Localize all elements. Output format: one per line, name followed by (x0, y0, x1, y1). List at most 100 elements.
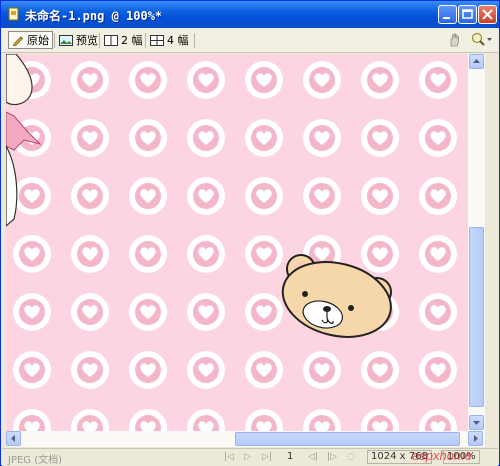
heart-pattern-icon (187, 351, 225, 389)
close-button[interactable] (478, 5, 497, 24)
heart-pattern-icon (361, 177, 399, 215)
heart-pattern-icon (71, 351, 109, 389)
heart-pattern-icon (419, 293, 457, 331)
heart-pattern-icon (245, 351, 283, 389)
horizontal-scrollbar[interactable] (6, 431, 485, 447)
heart-pattern-icon (71, 119, 109, 157)
canvas-image (6, 54, 457, 431)
document-window: 未命名-1.png @ 100%* 原始 预览 2 幅 4 幅 JPEG (文档… (0, 0, 500, 466)
window-title: 未命名-1.png @ 100%* (25, 9, 163, 23)
heart-pattern-icon (361, 351, 399, 389)
two-panel-icon (104, 35, 118, 46)
heart-pattern-icon (129, 351, 167, 389)
scroll-left-button[interactable] (6, 431, 21, 446)
heart-pattern-icon (129, 409, 167, 431)
heart-pattern-icon (419, 409, 457, 431)
heart-pattern-icon (419, 235, 457, 273)
play-button[interactable]: ▷ (244, 452, 251, 462)
heart-pattern-icon (129, 235, 167, 273)
tab-original-label: 原始 (27, 34, 49, 47)
loop-button[interactable]: ◌ (347, 452, 355, 462)
heart-pattern-icon (13, 235, 51, 273)
tab-two-up[interactable]: 2 幅 (104, 31, 143, 49)
tab-preview-label: 预览 (76, 34, 98, 47)
heart-pattern-icon (71, 293, 109, 331)
toolbar-divider (145, 33, 146, 48)
heart-pattern-icon (187, 409, 225, 431)
heart-pattern-icon (187, 293, 225, 331)
four-panel-icon (150, 35, 164, 46)
arrow-right-icon (474, 435, 478, 442)
scroll-right-button[interactable] (468, 431, 483, 446)
tab-four-up[interactable]: 4 幅 (150, 31, 189, 49)
heart-pattern-icon (71, 235, 109, 273)
page-number: 1 (287, 451, 294, 462)
heart-pattern-icon (361, 235, 399, 273)
vertical-scroll-thumb[interactable] (469, 227, 484, 407)
heart-pattern-icon (245, 409, 283, 431)
scroll-up-button[interactable] (469, 54, 484, 69)
heart-pattern-icon (129, 177, 167, 215)
zoom-tool-icon[interactable] (471, 32, 493, 48)
tab-two-up-label: 2 幅 (121, 34, 143, 47)
hand-tool-icon[interactable] (447, 32, 463, 48)
heart-pattern-icon (303, 351, 341, 389)
heart-pattern-icon (361, 409, 399, 431)
heart-pattern-icon (361, 61, 399, 99)
close-icon (482, 9, 493, 20)
arrow-down-icon (473, 421, 480, 425)
watermark: aspxhome (412, 448, 472, 463)
heart-pattern-icon (13, 351, 51, 389)
heart-pattern-icon (71, 61, 109, 99)
heart-pattern-icon (71, 177, 109, 215)
next-frame-button[interactable]: |▷ (327, 452, 337, 462)
maximize-button[interactable] (458, 5, 477, 24)
horizontal-scroll-thumb[interactable] (235, 432, 460, 446)
toolbar-divider (194, 33, 195, 48)
heart-pattern-icon (419, 351, 457, 389)
last-frame-button[interactable]: ▷| (262, 452, 272, 462)
prev-frame-button[interactable]: ◁| (308, 452, 318, 462)
heart-pattern-icon (187, 235, 225, 273)
view-toolbar: 原始 预览 2 幅 4 幅 (2, 28, 498, 53)
document-icon (8, 7, 19, 21)
pencil-icon (13, 36, 24, 46)
maximize-icon (462, 9, 473, 19)
heart-pattern-icon (13, 293, 51, 331)
heart-pattern-icon (13, 409, 51, 431)
heart-pattern-icon (245, 119, 283, 157)
minimize-icon (443, 17, 450, 19)
scroll-down-button[interactable] (469, 415, 484, 430)
tab-original[interactable]: 原始 (8, 31, 53, 49)
heart-pattern-icon (419, 177, 457, 215)
heart-pattern-icon (303, 409, 341, 431)
heart-pattern-icon (129, 61, 167, 99)
heart-pattern-icon (245, 235, 283, 273)
heart-pattern-icon (361, 119, 399, 157)
arrow-up-icon (473, 59, 480, 63)
heart-pattern-icon (303, 177, 341, 215)
heart-pattern-icon (245, 293, 283, 331)
tab-preview[interactable]: 预览 (59, 31, 98, 49)
image-icon (59, 35, 73, 46)
format-label: JPEG (文档) (8, 455, 63, 466)
heart-pattern-icon (187, 177, 225, 215)
heart-pattern-icon (303, 61, 341, 99)
toolbar-divider (54, 33, 55, 48)
title-bar[interactable]: 未命名-1.png @ 100%* (1, 1, 499, 28)
heart-pattern-icon (129, 119, 167, 157)
heart-pattern-icon (187, 61, 225, 99)
arrow-left-icon (11, 435, 15, 442)
heart-pattern-icon (129, 293, 167, 331)
minimize-button[interactable] (438, 5, 457, 24)
heart-pattern-icon (419, 61, 457, 99)
image-canvas[interactable] (6, 54, 468, 431)
vertical-scrollbar[interactable] (468, 54, 485, 431)
heart-pattern-icon (71, 409, 109, 431)
heart-pattern-icon (303, 119, 341, 157)
tab-four-up-label: 4 幅 (167, 34, 189, 47)
heart-pattern-icon (13, 177, 51, 215)
first-frame-button[interactable]: |◁ (224, 452, 234, 462)
heart-pattern-icon (419, 119, 457, 157)
heart-pattern-icon (245, 61, 283, 99)
